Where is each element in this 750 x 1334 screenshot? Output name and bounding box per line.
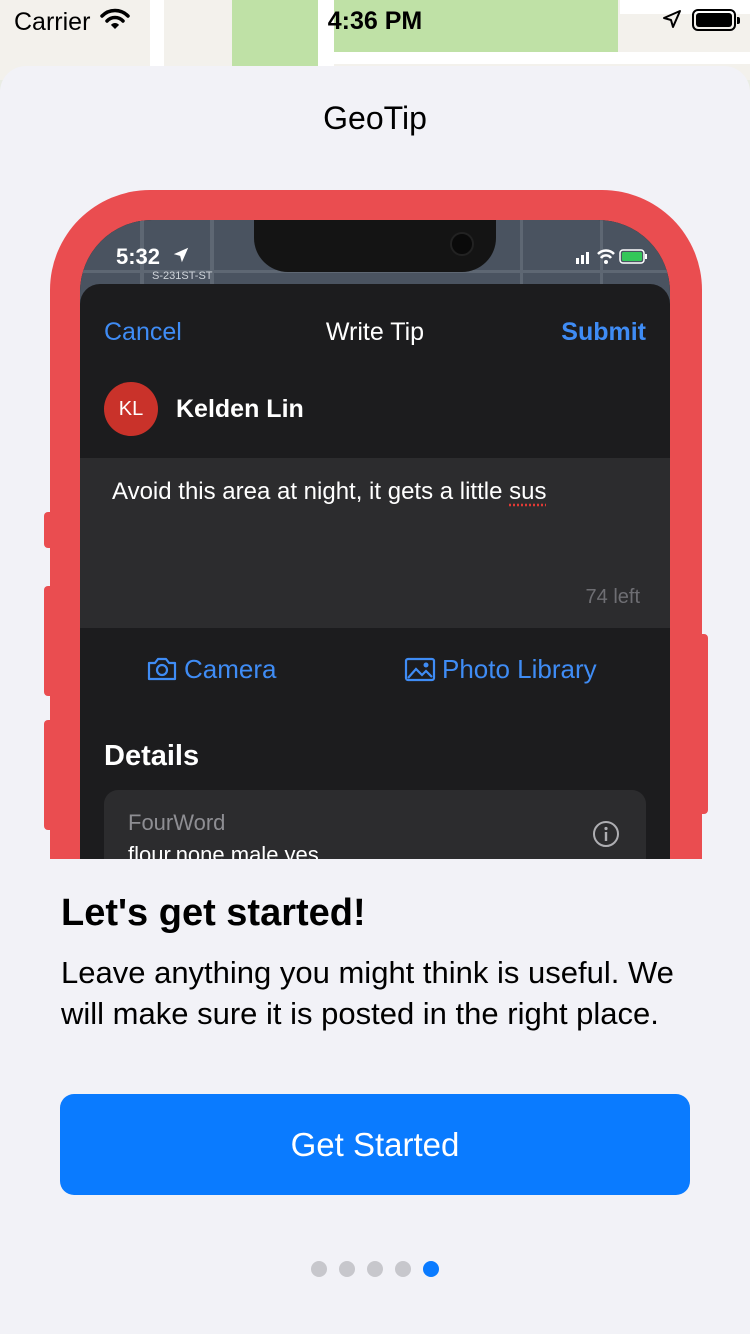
page-dot-5[interactable] [423, 1261, 439, 1277]
photo-library-icon [404, 657, 436, 682]
onboarding-headline: Let's get started! [61, 892, 366, 934]
mockup-status-time: 5:32 [116, 244, 161, 269]
page-dot-4[interactable] [395, 1261, 411, 1277]
page-dot-1[interactable] [311, 1261, 327, 1277]
info-icon [592, 820, 620, 853]
status-bar: Carrier 4:36 PM [0, 0, 750, 40]
tip-text-area: Avoid this area at night, it gets a litt… [80, 458, 670, 628]
user-name: Kelden Lin [176, 395, 304, 423]
onboarding-sheet: GeoTip S-231ST-ST 5:32 Cancel Write Tip … [0, 66, 750, 1334]
location-arrow-icon [662, 9, 682, 34]
avatar: KL [104, 382, 158, 436]
details-heading: Details [104, 740, 200, 772]
battery-icon [692, 9, 740, 31]
tip-text-flagged: sus [509, 478, 547, 505]
chars-left-counter: 74 left [585, 586, 640, 608]
onboarding-description: Leave anything you might think is useful… [61, 955, 674, 1031]
tip-text-main: Avoid this area at night, it gets a litt… [112, 478, 510, 505]
map-road [332, 52, 750, 64]
status-time: 4:36 PM [327, 7, 423, 35]
mockup-location-icon [172, 246, 190, 269]
front-camera [450, 232, 474, 256]
street-label: S-231ST-ST [152, 270, 213, 282]
page-dot-2[interactable] [339, 1261, 355, 1277]
page-indicator[interactable] [0, 1261, 750, 1277]
get-started-button[interactable]: Get Started [60, 1094, 690, 1195]
phone-screen: S-231ST-ST 5:32 Cancel Write Tip Submit … [80, 220, 670, 859]
photo-library-button: Photo Library [404, 654, 597, 685]
camera-icon [147, 657, 177, 681]
camera-label: Camera [184, 654, 277, 684]
fourword-label: FourWord [128, 810, 226, 835]
camera-button: Camera [146, 654, 276, 685]
fourword-field: FourWord flour.none.male.yes [104, 790, 646, 859]
write-tip-sheet: Cancel Write Tip Submit KL Kelden Lin Av… [80, 284, 670, 859]
photo-library-label: Photo Library [442, 654, 597, 684]
phone-mockup: S-231ST-ST 5:32 Cancel Write Tip Submit … [0, 66, 750, 859]
tip-text: Avoid this area at night, it gets a litt… [112, 478, 546, 506]
fourword-value: flour.none.male.yes [128, 842, 319, 859]
mockup-status-icons [576, 246, 650, 271]
page-dot-3[interactable] [367, 1261, 383, 1277]
submit-button: Submit [561, 318, 646, 346]
phone-notch [254, 220, 496, 272]
